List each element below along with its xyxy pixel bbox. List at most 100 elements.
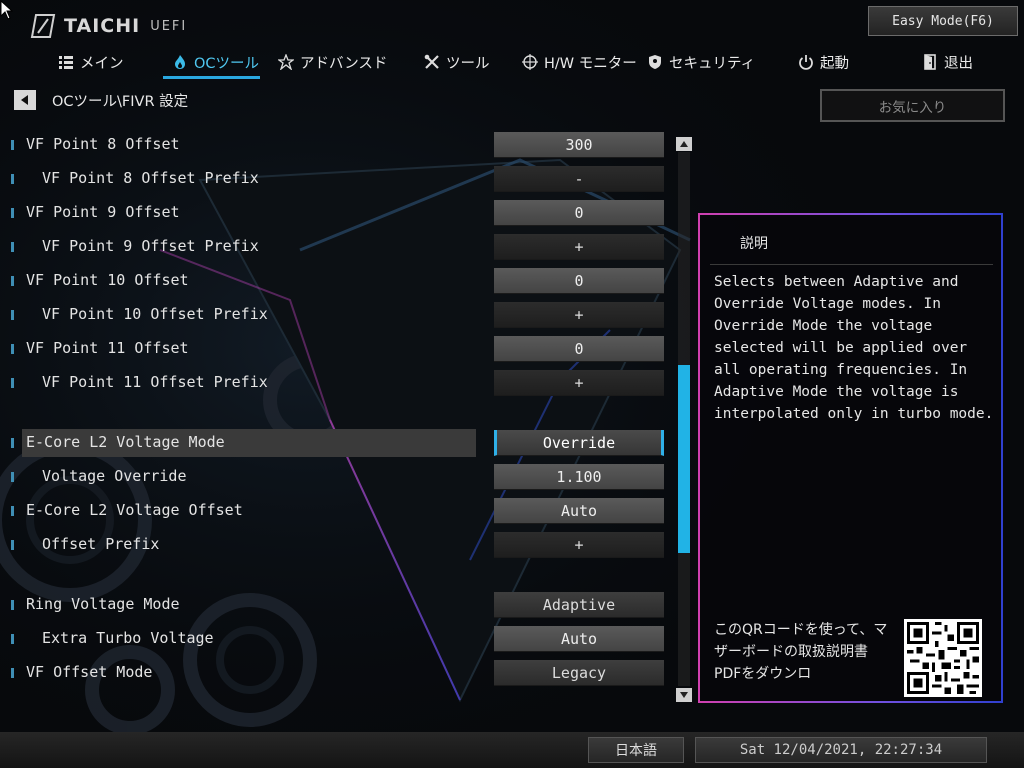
setting-row[interactable]: Voltage Override 1.100 <box>0 463 680 491</box>
setting-row[interactable]: VF Point 11 Offset Prefix + <box>0 369 680 397</box>
setting-label: VF Point 10 Offset Prefix <box>42 305 268 323</box>
row-marker-icon <box>11 378 14 388</box>
setting-value-button[interactable]: 0 <box>494 336 664 362</box>
back-arrow-icon <box>21 95 28 105</box>
setting-label: VF Point 11 Offset <box>26 339 189 357</box>
setting-row[interactable]: E-Core L2 Voltage Mode Override <box>0 429 680 457</box>
breadcrumb: OCツール\FIVR 設定 <box>52 94 189 110</box>
setting-row[interactable]: VF Point 9 Offset 0 <box>0 199 680 227</box>
mouse-cursor-icon <box>0 0 14 20</box>
setting-value-button[interactable]: 0 <box>494 268 664 294</box>
taichi-emblem-icon <box>30 14 56 38</box>
scrollbar-thumb[interactable] <box>678 365 690 553</box>
tools-icon <box>424 54 439 69</box>
row-marker-icon <box>11 438 14 448</box>
row-marker-icon <box>11 540 14 550</box>
row-marker-icon <box>11 344 14 354</box>
setting-label: E-Core L2 Voltage Mode <box>26 433 225 451</box>
qr-code-image <box>904 619 982 697</box>
language-button[interactable]: 日本語 <box>588 737 684 763</box>
row-marker-icon <box>11 276 14 286</box>
tab-exit-label: 退出 <box>944 55 973 72</box>
setting-value-button[interactable]: Auto <box>494 498 664 524</box>
setting-label: Voltage Override <box>42 467 187 485</box>
setting-value-button[interactable]: Override <box>494 430 664 456</box>
row-marker-icon <box>11 668 14 678</box>
tab-security[interactable]: セキュリティ <box>647 48 755 76</box>
tab-oc-tools-label: OCツール <box>194 55 260 72</box>
tab-tools[interactable]: ツール <box>424 48 490 76</box>
logo-subtext: UEFI <box>150 18 188 34</box>
datetime-display: Sat 12/04/2021, 22:27:34 <box>695 737 987 763</box>
power-icon <box>799 55 813 70</box>
taichi-logo: TAICHI UEFI <box>30 10 187 42</box>
exit-door-icon <box>924 54 936 70</box>
row-marker-icon <box>11 140 14 150</box>
tab-tools-label: ツール <box>446 55 490 72</box>
scroll-down-button[interactable] <box>676 688 692 702</box>
description-divider <box>710 264 993 265</box>
row-marker-icon <box>11 242 14 252</box>
setting-value-button[interactable]: 0 <box>494 200 664 226</box>
favorites-button[interactable]: お気に入り <box>820 89 1005 122</box>
setting-row[interactable]: VF Point 10 Offset Prefix + <box>0 301 680 329</box>
setting-label: Extra Turbo Voltage <box>42 629 214 647</box>
setting-row[interactable]: VF Point 11 Offset 0 <box>0 335 680 363</box>
setting-value-button[interactable]: Auto <box>494 626 664 652</box>
row-marker-icon <box>11 600 14 610</box>
shield-icon <box>649 55 661 69</box>
setting-row[interactable]: Extra Turbo Voltage Auto <box>0 625 680 653</box>
star-icon <box>278 54 294 70</box>
setting-row[interactable]: VF Point 9 Offset Prefix + <box>0 233 680 261</box>
row-marker-icon <box>11 634 14 644</box>
setting-value-button[interactable]: 300 <box>494 132 664 158</box>
row-marker-icon <box>11 506 14 516</box>
setting-row[interactable]: Offset Prefix + <box>0 531 680 559</box>
setting-row[interactable]: VF Offset Mode Legacy <box>0 659 680 687</box>
tab-advanced-label: アドバンスド <box>300 55 388 72</box>
setting-label: VF Offset Mode <box>26 663 153 681</box>
flame-icon <box>175 55 185 69</box>
tab-main-label: メイン <box>80 55 124 72</box>
setting-label: VF Point 9 Offset <box>26 203 180 221</box>
setting-value-button[interactable]: + <box>494 302 664 328</box>
active-tab-indicator <box>163 76 260 79</box>
scroll-up-button[interactable] <box>676 137 692 151</box>
setting-value-button[interactable]: + <box>494 370 664 396</box>
setting-value-button[interactable]: 1.100 <box>494 464 664 490</box>
setting-label: Ring Voltage Mode <box>26 595 180 613</box>
tab-boot-label: 起動 <box>820 55 849 72</box>
setting-row[interactable]: VF Point 8 Offset 300 <box>0 131 680 159</box>
tab-security-label: セキュリティ <box>669 55 756 72</box>
easy-mode-button[interactable]: Easy Mode(F6) <box>868 6 1018 36</box>
list-icon <box>59 56 73 69</box>
setting-label: VF Point 8 Offset <box>26 135 180 153</box>
row-marker-icon <box>11 174 14 184</box>
scroll-up-arrow-icon <box>680 141 688 147</box>
tab-hw-monitor[interactable]: H/W モニター <box>522 48 637 76</box>
description-panel: 説明 Selects between Adaptive and Override… <box>698 213 1003 703</box>
qr-code-caption: このQRコードを使って、マザーボードの取扱説明書PDFをダウンロ <box>714 622 888 682</box>
setting-value-button[interactable]: Adaptive <box>494 592 664 618</box>
tab-advanced[interactable]: アドバンスド <box>278 48 387 76</box>
setting-row[interactable]: Ring Voltage Mode Adaptive <box>0 591 680 619</box>
setting-row[interactable]: VF Point 8 Offset Prefix - <box>0 165 680 193</box>
tab-boot[interactable]: 起動 <box>798 48 849 76</box>
tab-oc-tools[interactable]: OCツール <box>172 48 259 76</box>
tab-exit[interactable]: 退出 <box>922 48 973 76</box>
setting-value-button[interactable]: + <box>494 532 664 558</box>
setting-value-button[interactable]: - <box>494 166 664 192</box>
row-marker-icon <box>11 208 14 218</box>
setting-label: Offset Prefix <box>42 535 160 553</box>
tab-main[interactable]: メイン <box>58 48 124 76</box>
logo-text: TAICHI <box>64 15 141 37</box>
scroll-down-arrow-icon <box>680 692 688 698</box>
setting-value-button[interactable]: + <box>494 234 664 260</box>
setting-row[interactable]: E-Core L2 Voltage Offset Auto <box>0 497 680 525</box>
setting-row[interactable]: VF Point 10 Offset 0 <box>0 267 680 295</box>
tab-hw-monitor-label: H/W モニター <box>544 55 637 72</box>
row-marker-icon <box>11 472 14 482</box>
back-button[interactable] <box>14 90 36 110</box>
setting-value-button[interactable]: Legacy <box>494 660 664 686</box>
setting-label: VF Point 9 Offset Prefix <box>42 237 259 255</box>
